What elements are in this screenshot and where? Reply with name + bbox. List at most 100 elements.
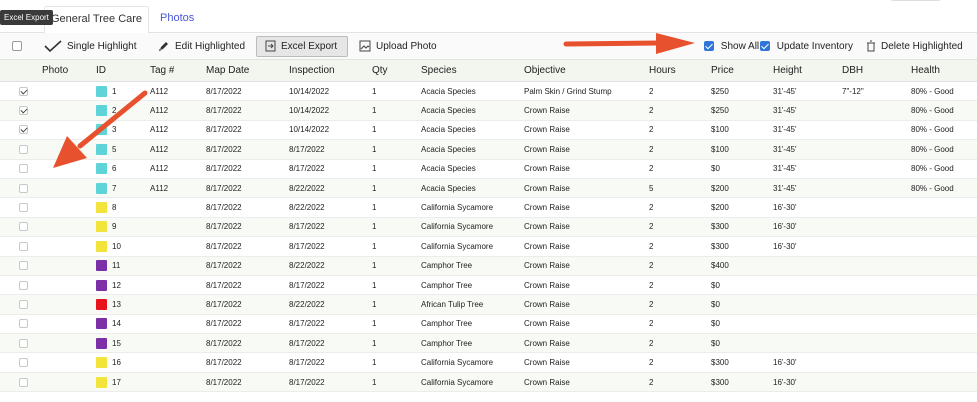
export-icon <box>265 40 276 52</box>
tab-bar: General Tree Care Photos <box>0 0 977 34</box>
show-all-checkbox[interactable] <box>704 41 714 52</box>
table-row[interactable]: 16 8/17/2022 8/17/2022 1 California Sycamore… <box>0 353 977 373</box>
tab-photos[interactable]: Photos <box>150 6 204 34</box>
row-checkbox[interactable] <box>19 261 28 271</box>
cell-inspection: 8/17/2022 <box>289 276 325 294</box>
single-highlight-button[interactable]: Single Highlight <box>44 33 137 60</box>
species-color-swatch <box>96 318 107 330</box>
column-header-objective[interactable]: Objective <box>524 60 566 81</box>
column-header-health[interactable]: Health <box>911 60 940 81</box>
cell-id: 5 <box>96 140 116 158</box>
table-row[interactable]: 14 8/17/2022 8/17/2022 1 Camphor Tree Crown R… <box>0 315 977 335</box>
row-checkbox[interactable] <box>19 377 28 387</box>
table-row[interactable]: 8 8/17/2022 8/22/2022 1 California Sycamore C… <box>0 198 977 218</box>
column-header-price[interactable]: Price <box>711 60 734 81</box>
cell-hours: 2 <box>649 140 653 158</box>
cell-qty: 1 <box>372 179 376 197</box>
column-header-map-date[interactable]: Map Date <box>206 60 249 81</box>
cell-species: Camphor Tree <box>421 276 472 294</box>
column-header-inspection[interactable]: Inspection <box>289 60 335 81</box>
cell-height: 16'-30' <box>773 353 797 371</box>
cell-id: 12 <box>96 276 121 294</box>
cell-hours: 2 <box>649 257 653 275</box>
cell-qty: 1 <box>372 237 376 255</box>
table-row[interactable]: 10 8/17/2022 8/17/2022 1 California Sycamore… <box>0 237 977 257</box>
cell-text: 31'-45' <box>773 144 797 154</box>
table-row[interactable]: 13 8/17/2022 8/22/2022 1 African Tulip Tree C… <box>0 295 977 315</box>
cell-objective: Crown Raise <box>524 334 570 352</box>
row-checkbox[interactable] <box>19 319 28 329</box>
row-checkbox[interactable] <box>19 358 28 368</box>
table-row[interactable]: 1 A112 8/17/2022 10/14/2022 1 Acacia Species P… <box>0 82 977 102</box>
column-header-id[interactable]: ID <box>96 60 106 81</box>
column-header-qty[interactable]: Qty <box>372 60 388 81</box>
cell-species: Acacia Species <box>421 140 476 158</box>
cell-text: Crown Raise <box>524 280 570 290</box>
cell-hours: 2 <box>649 101 653 119</box>
update-inventory-checkbox[interactable] <box>760 41 770 52</box>
cell-text: Camphor Tree <box>421 280 473 290</box>
column-header-tag[interactable]: Tag # <box>150 60 174 81</box>
row-checkbox[interactable] <box>19 222 28 232</box>
cell-text: 2 <box>649 203 654 213</box>
update-inventory-toggle[interactable]: Update Inventory <box>760 33 853 60</box>
table-row[interactable]: 11 8/17/2022 8/22/2022 1 Camphor Tree Crown R… <box>0 256 977 276</box>
select-all-checkbox[interactable] <box>12 33 22 60</box>
table-row[interactable]: 15 8/17/2022 8/17/2022 1 Camphor Tree Crown R… <box>0 334 977 354</box>
table-row[interactable]: 7 A112 8/17/2022 8/22/2022 1 Acacia Species Cr… <box>0 178 977 199</box>
show-all-toggle[interactable]: Show All <box>704 33 759 60</box>
tab-general-tree-care[interactable]: General Tree Care <box>44 6 149 34</box>
column-header-photo[interactable]: Photo <box>42 60 68 81</box>
table-row[interactable]: 2 A112 8/17/2022 10/14/2022 1 Acacia Species C… <box>0 101 977 121</box>
cell-qty: 1 <box>372 276 376 294</box>
row-checkbox[interactable] <box>19 183 28 193</box>
column-header-dbh[interactable]: DBH <box>842 60 863 81</box>
cell-price: $0 <box>711 315 720 333</box>
row-checkbox[interactable] <box>19 86 28 96</box>
cell-text: 16'-30' <box>773 358 797 368</box>
species-color-swatch <box>96 85 107 97</box>
cell-text: 2 <box>649 164 654 174</box>
row-select-cell <box>19 218 28 236</box>
cell-text: 2 <box>649 280 654 290</box>
edit-highlighted-button[interactable]: Edit Highlighted <box>158 33 245 60</box>
cell-text: 31'-45' <box>773 183 797 193</box>
table-row[interactable]: 17 8/17/2022 8/17/2022 1 California Sycamore… <box>0 372 977 393</box>
cell-inspection: 8/22/2022 <box>289 295 325 313</box>
upload-photo-label: Upload Photo <box>376 41 437 52</box>
table-row[interactable]: 12 8/17/2022 8/17/2022 1 Camphor Tree Crown R… <box>0 276 977 296</box>
cell-text: $0 <box>711 164 720 174</box>
cell-id: 8 <box>96 198 116 216</box>
table-row[interactable]: 9 8/17/2022 8/17/2022 1 California Sycamore C… <box>0 217 977 238</box>
column-header-height[interactable]: Height <box>773 60 802 81</box>
cell-text: Palm Skin / Grind Stump <box>524 86 612 96</box>
row-checkbox[interactable] <box>19 164 28 174</box>
column-header-hours[interactable]: Hours <box>649 60 676 81</box>
select-all-checkbox-box[interactable] <box>12 41 22 52</box>
cell-objective: Crown Raise <box>524 160 570 178</box>
cell-tag: A112 <box>150 121 168 139</box>
table-row[interactable]: 6 A112 8/17/2022 8/17/2022 1 Acacia Species Cr… <box>0 160 977 179</box>
row-checkbox[interactable] <box>19 241 28 251</box>
table-row[interactable]: 3 A112 8/17/2022 10/14/2022 1 Acacia Species C… <box>0 121 977 141</box>
cell-text: 8/17/2022 <box>289 164 325 174</box>
cell-text: 2 <box>649 241 654 251</box>
cell-qty: 1 <box>372 198 376 216</box>
row-checkbox[interactable] <box>19 203 28 213</box>
column-header-species[interactable]: Species <box>421 60 457 81</box>
excel-export-button[interactable]: Excel Export <box>256 36 349 57</box>
row-checkbox[interactable] <box>19 299 28 309</box>
row-checkbox[interactable] <box>19 106 28 116</box>
cell-text: 8/17/2022 <box>206 125 242 135</box>
row-checkbox[interactable] <box>19 280 28 290</box>
row-checkbox[interactable] <box>19 338 28 348</box>
cell-text: Crown Raise <box>524 338 570 348</box>
cell-text: Crown Raise <box>524 319 570 329</box>
row-checkbox[interactable] <box>19 144 28 154</box>
upload-photo-button[interactable]: Upload Photo <box>359 33 437 60</box>
delete-highlighted-button[interactable]: Delete Highlighted <box>866 33 963 60</box>
cell-price: $0 <box>711 295 720 313</box>
row-checkbox[interactable] <box>19 125 28 135</box>
table-row[interactable]: 5 A112 8/17/2022 8/17/2022 1 Acacia Species Cr… <box>0 140 977 160</box>
row-select-cell <box>19 315 28 333</box>
